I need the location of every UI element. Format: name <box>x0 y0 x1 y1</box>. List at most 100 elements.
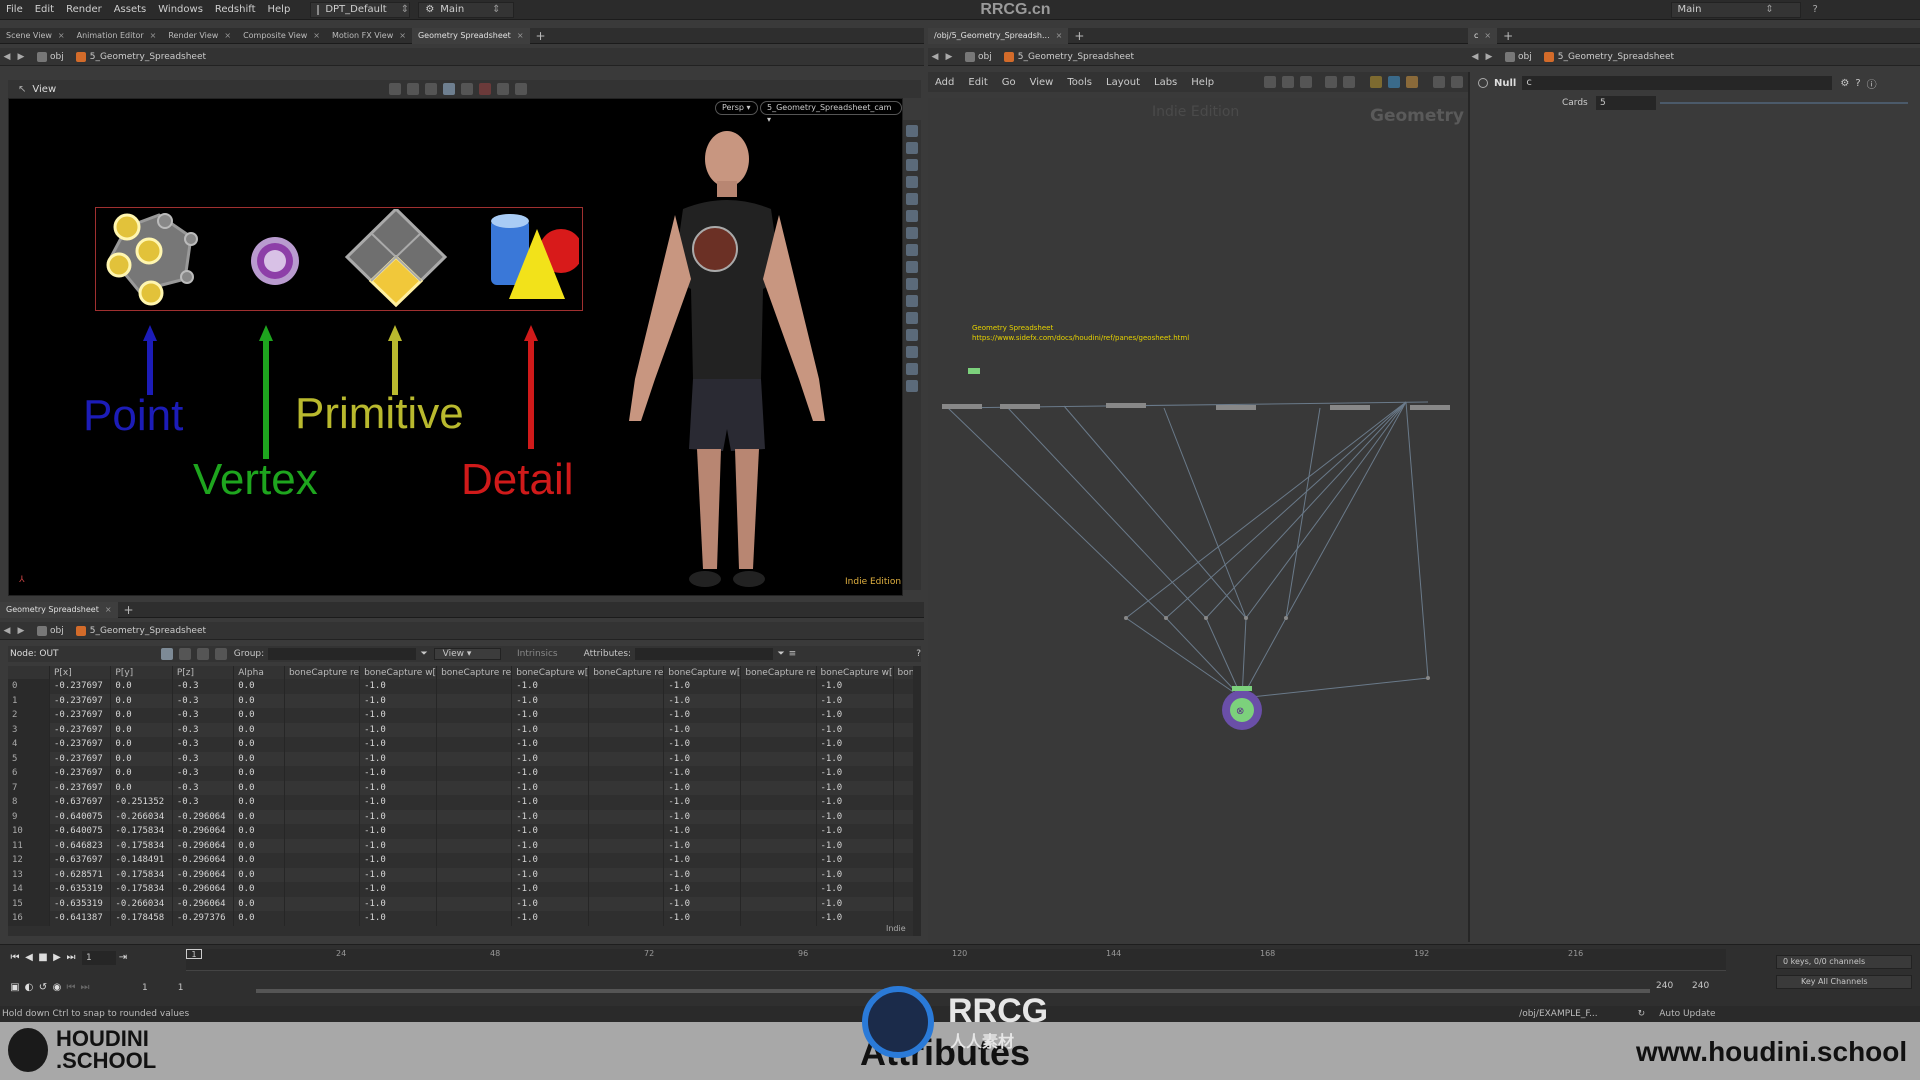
primitives-mode-icon[interactable] <box>197 648 209 660</box>
cards-slider[interactable] <box>1660 102 1908 104</box>
attributes-field[interactable] <box>635 648 774 660</box>
tile-view-icon[interactable] <box>1343 76 1356 88</box>
table-row[interactable]: 13 -0.628571 -0.175834 -0.296064 0.0 -1.0 -1.0… <box>8 867 921 882</box>
table-row[interactable]: 15 -0.635319 -0.266034 -0.296064 0.0 -1.0 -1.0… <box>8 896 921 911</box>
camera-menu[interactable]: 5_Geometry_Spreadsheet_cam ▾ <box>760 101 902 124</box>
table-row[interactable]: 4 -0.237697 0.0 -0.3 0.0 -1.0 -1.0 -1.0 -1.0 <box>8 737 921 752</box>
intrinsics-toggle[interactable]: Intrinsics <box>517 649 558 659</box>
path-node[interactable]: 5_Geometry_Spreadsheet <box>1538 51 1680 62</box>
snapshot-icon[interactable] <box>906 159 918 171</box>
tab-params[interactable]: c × <box>1468 27 1498 44</box>
net-menu-view[interactable]: View <box>1023 77 1061 88</box>
path-node[interactable]: 5_Geometry_Spreadsheet <box>70 625 212 636</box>
net-menu-help[interactable]: Help <box>1184 77 1221 88</box>
help-icon[interactable]: ? <box>1813 4 1818 15</box>
template-icon[interactable] <box>906 363 918 375</box>
table-row[interactable]: 0 -0.237697 0.0 -0.3 0.0 -1.0 -1.0 -1.0 -1.0 <box>8 679 921 694</box>
3d-viewport[interactable]: Persp ▾ 5_Geometry_Spreadsheet_cam ▾ Poi… <box>8 98 903 596</box>
network-box-icon[interactable] <box>1388 76 1401 88</box>
cards-field[interactable]: 5 <box>1596 96 1656 110</box>
menu-redshift[interactable]: Redshift <box>209 4 262 15</box>
guide-icon[interactable] <box>906 312 918 324</box>
select-tool-icon[interactable] <box>389 83 402 95</box>
close-icon[interactable]: × <box>58 31 65 40</box>
node-name-field[interactable]: c <box>1522 76 1833 90</box>
network-editor[interactable]: Indie Edition Geometry Geometry Spreadsh… <box>928 98 1468 944</box>
menu-assets[interactable]: Assets <box>108 4 153 15</box>
back-arrow-icon[interactable]: ◀ <box>0 52 14 62</box>
grid-icon[interactable] <box>906 295 918 307</box>
snap-icon[interactable] <box>443 83 456 95</box>
table-row[interactable]: 2 -0.237697 0.0 -0.3 0.0 -1.0 -1.0 -1.0 -1.0 <box>8 708 921 723</box>
ghost-icon[interactable] <box>906 227 918 239</box>
spreadsheet-table-area[interactable]: P[x] P[y] P[z] Alpha boneCapture re boneCaptu… <box>8 666 921 936</box>
column-header[interactable]: boneCapture re <box>436 666 513 679</box>
realtime-icon[interactable]: ▣ <box>8 981 22 995</box>
wrench-icon[interactable] <box>1264 76 1277 88</box>
column-header[interactable]: P[y] <box>110 666 173 679</box>
camera-view-icon[interactable] <box>906 380 918 392</box>
transform-tool-icon[interactable] <box>407 83 420 95</box>
shading-icon[interactable] <box>906 176 918 188</box>
keys-status[interactable]: 0 keys, 0/0 channels <box>1776 955 1912 969</box>
info-icon[interactable]: ⓘ <box>1867 76 1877 91</box>
forward-arrow-icon[interactable]: ▶ <box>1482 52 1496 62</box>
back-arrow-icon[interactable]: ◀ <box>0 626 14 636</box>
bounding-box-icon[interactable] <box>906 278 918 290</box>
play-icon[interactable]: ▶ <box>50 951 64 965</box>
close-icon[interactable]: × <box>517 31 524 40</box>
tab-composite-view[interactable]: Composite View × <box>237 28 326 44</box>
menu-windows[interactable]: Windows <box>152 4 209 15</box>
table-row[interactable]: 7 -0.237697 0.0 -0.3 0.0 -1.0 -1.0 -1.0 -1.0 <box>8 780 921 795</box>
tab-animation-editor[interactable]: Animation Editor × <box>71 28 163 44</box>
step-icon[interactable]: ⇥ <box>116 951 130 965</box>
path-root[interactable]: obj <box>28 51 70 62</box>
tab-motion-fx-view[interactable]: Motion FX View × <box>326 28 412 44</box>
next-key-icon[interactable]: ⏭ <box>78 981 92 995</box>
column-header[interactable]: boneCapture w[ <box>816 666 894 679</box>
table-row[interactable]: 11 -0.646823 -0.175834 -0.296064 0.0 -1.0 -1.0… <box>8 838 921 853</box>
net-menu-edit[interactable]: Edit <box>961 77 994 88</box>
options-icon[interactable]: ≡ <box>789 649 797 659</box>
audio-icon[interactable]: ◐ <box>22 981 36 995</box>
detail-mode-icon[interactable] <box>214 648 227 660</box>
close-icon[interactable]: × <box>150 31 157 40</box>
group-field[interactable] <box>268 648 417 660</box>
menu-help[interactable]: Help <box>262 4 297 15</box>
add-tab-icon[interactable]: + <box>118 602 140 618</box>
refresh-icon[interactable]: ↻ <box>1638 1009 1646 1019</box>
table-row[interactable]: 3 -0.237697 0.0 -0.3 0.0 -1.0 -1.0 -1.0 -1.0 <box>8 722 921 737</box>
filter-icon[interactable]: ⏷ <box>420 649 427 659</box>
column-header[interactable]: boneCapture re <box>588 666 665 679</box>
net-menu-go[interactable]: Go <box>995 77 1023 88</box>
path-root[interactable]: obj <box>956 51 998 62</box>
add-tab-icon[interactable]: + <box>530 28 552 44</box>
back-arrow-icon[interactable]: ◀ <box>928 52 942 62</box>
forward-arrow-icon[interactable]: ▶ <box>14 52 28 62</box>
column-header[interactable]: P[z] <box>172 666 235 679</box>
forward-arrow-icon[interactable]: ▶ <box>942 52 956 62</box>
column-header[interactable]: boneCapture re <box>740 666 817 679</box>
vertices-mode-icon[interactable] <box>179 648 191 660</box>
prev-key-icon[interactable]: ⏮ <box>64 981 78 995</box>
add-tab-icon[interactable]: + <box>1497 28 1519 44</box>
range-end-field-2[interactable]: 240 <box>1692 981 1709 991</box>
column-header[interactable]: boneCapture w[ <box>511 666 590 679</box>
grid-view-icon[interactable] <box>1325 76 1338 88</box>
tree-icon[interactable] <box>1282 76 1295 88</box>
table-row[interactable]: 14 -0.635319 -0.175834 -0.296064 0.0 -1.0 -1.0… <box>8 882 921 897</box>
net-menu-labs[interactable]: Labs <box>1147 77 1184 88</box>
tab-scene-view[interactable]: Scene View × <box>0 28 71 44</box>
render-region-icon[interactable] <box>497 83 510 95</box>
stop-icon[interactable]: ■ <box>36 951 50 965</box>
spreadsheet-scrollbar[interactable] <box>913 666 921 936</box>
search-icon[interactable] <box>1433 76 1446 88</box>
auto-update-toggle[interactable]: Auto Update <box>1659 1009 1715 1019</box>
menu-render[interactable]: Render <box>60 4 108 15</box>
net-menu-tools[interactable]: Tools <box>1060 77 1099 88</box>
status-path[interactable]: /obj/EXAMPLE_F... <box>1519 1009 1598 1019</box>
lock-icon[interactable] <box>906 142 918 154</box>
tab-geometry-spreadsheet-lower[interactable]: Geometry Spreadsheet × <box>0 601 118 618</box>
display-icon[interactable] <box>461 83 474 95</box>
table-row[interactable]: 12 -0.637697 -0.148491 -0.296064 0.0 -1.0 -1.0… <box>8 853 921 868</box>
